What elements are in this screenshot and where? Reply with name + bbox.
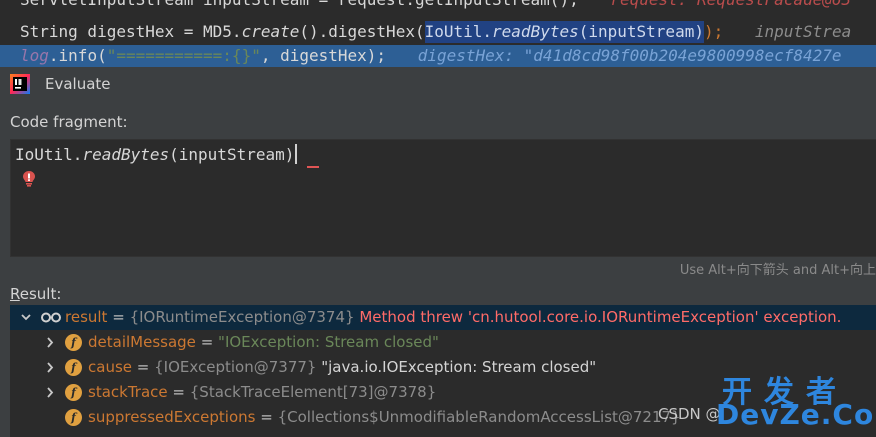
intellij-logo-icon xyxy=(10,74,30,94)
code-fragment-label: Code fragment: xyxy=(10,113,128,131)
tree-row-detailmessage[interactable]: f detailMessage = "IOException: Stream c… xyxy=(10,330,876,355)
code-text: ().digestHex( xyxy=(299,22,425,41)
equals-sign: = xyxy=(112,308,125,326)
chevron-down-icon[interactable] xyxy=(20,305,32,330)
field-icon: f xyxy=(65,334,82,351)
inline-debug-value: digestHex: "d41d8cd98f00b204e9800998ecf8… xyxy=(417,46,842,65)
code-text: , digestHex); xyxy=(260,46,387,65)
text-caret xyxy=(295,144,298,164)
variable-name: result xyxy=(65,308,108,326)
watermark-en: DevZe.CoM xyxy=(716,398,876,431)
error-bulb-icon[interactable] xyxy=(22,170,36,188)
error-underline xyxy=(307,166,319,168)
variable-name: suppressedExceptions xyxy=(88,408,256,426)
result-label-text: esult: xyxy=(19,285,62,303)
equals-sign: = xyxy=(260,408,273,426)
string-value: "IOException: Stream closed" xyxy=(218,333,439,351)
selected-expression[interactable]: IoUtil.readBytes(inputStream) xyxy=(424,21,704,43)
inline-debug-value: request: RequestFacade@63 xyxy=(610,0,851,11)
string-literal: "===========:{}" xyxy=(106,46,261,65)
field-icon: f xyxy=(65,409,82,426)
method-name: create xyxy=(241,22,300,41)
keyboard-hint: Use Alt+向下箭头 and Alt+向上 xyxy=(679,263,876,278)
variable-type: {Collections$UnmodifiableRandomAccessLis… xyxy=(277,408,681,426)
variable-type: {IORuntimeException@7374} xyxy=(129,308,355,326)
dialog-title: Evaluate xyxy=(45,75,111,93)
method-name: readBytes xyxy=(492,22,579,41)
field-name: log xyxy=(20,46,49,65)
watermark-csdn: CSDN @ xyxy=(658,405,721,423)
editor-line: ServletInputStream inputStream = request… xyxy=(0,0,876,11)
code-text: ServletInputStream inputStream = request… xyxy=(0,0,579,11)
code-text: String digestHex = MD5. xyxy=(20,22,242,41)
class-name: IoUtil. xyxy=(424,22,493,41)
class-name: IoUtil. xyxy=(15,145,83,164)
equals-sign: = xyxy=(172,383,185,401)
code-editor: ServletInputStream inputStream = request… xyxy=(0,0,876,67)
args: (inputStream) xyxy=(169,145,295,164)
dialog-title-bar[interactable]: Evaluate xyxy=(0,67,876,103)
field-icon: f xyxy=(65,384,82,401)
code-text: .info( xyxy=(48,46,107,65)
editor-line: String digestHex = MD5.create().digestHe… xyxy=(0,21,876,43)
variable-name: stackTrace xyxy=(88,383,168,401)
variable-type: {StackTraceElement[73]@7378} xyxy=(189,383,437,401)
tree-row-result[interactable]: result = {IORuntimeException@7374} Metho… xyxy=(10,305,876,330)
variable-name: detailMessage xyxy=(88,333,196,351)
editor-line-current: log.info("===========:{}", digestHex); d… xyxy=(0,45,876,67)
args: (inputStream) xyxy=(578,22,704,41)
variable-type: {IOException@7377} xyxy=(154,358,317,376)
result-label: Result: xyxy=(10,285,61,303)
field-icon: f xyxy=(65,359,82,376)
variable-name: cause xyxy=(88,358,132,376)
chevron-right-icon[interactable] xyxy=(44,330,56,355)
equals-sign: = xyxy=(200,333,214,351)
exception-message: Method threw 'cn.hutool.core.io.IORuntim… xyxy=(359,308,842,326)
string-value: "java.io.IOException: Stream closed" xyxy=(321,358,597,376)
chevron-right-icon[interactable] xyxy=(44,380,56,405)
mnemonic-letter: R xyxy=(10,285,20,303)
method-name: readBytes xyxy=(82,145,170,164)
chevron-right-icon[interactable] xyxy=(44,355,56,380)
code-fragment-editor[interactable]: IoUtil.readBytes(inputStream) xyxy=(10,139,876,257)
code-text: ); xyxy=(703,22,724,41)
equals-sign: = xyxy=(136,358,150,376)
inline-debug-value: inputStrea xyxy=(754,22,852,41)
code-fragment-text: IoUtil.readBytes(inputStream) xyxy=(15,144,298,166)
